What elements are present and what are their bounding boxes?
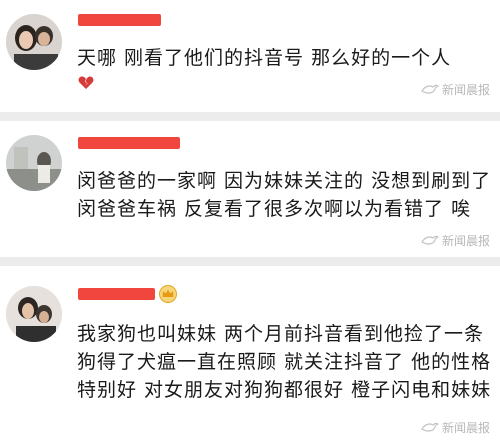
- avatar[interactable]: [6, 286, 62, 342]
- watermark: 新闻晨报: [421, 418, 490, 436]
- redacted-username: [78, 14, 161, 26]
- broken-heart-icon: [78, 76, 94, 89]
- bird-logo-icon: [421, 84, 439, 94]
- divider: [0, 257, 500, 266]
- redacted-username: [78, 288, 155, 300]
- watermark-text: 新闻晨报: [441, 233, 490, 248]
- watermark: 新闻晨报: [421, 80, 490, 98]
- avatar[interactable]: [6, 135, 62, 191]
- comment-card: 天哪 刚看了他们的抖音号 那么好的一个人 新闻晨报: [0, 0, 500, 112]
- avatar[interactable]: [6, 14, 62, 70]
- watermark: 新闻晨报: [421, 231, 490, 249]
- comment-text: 我家狗也叫妹妹 两个月前抖音看到他捡了一条狗得了犬瘟一直在照顾 就关注抖音了 他…: [77, 323, 492, 401]
- watermark-text: 新闻晨报: [441, 420, 490, 435]
- watermark-text: 新闻晨报: [441, 82, 490, 97]
- comment-text: 闵爸爸的一家啊 因为妹妹关注的 没想到刷到了闵爸爸车祸 反复看了很多次啊以为看错…: [77, 170, 492, 220]
- comment-card: 我家狗也叫妹妹 两个月前抖音看到他捡了一条狗得了犬瘟一直在照顾 就关注抖音了 他…: [0, 266, 500, 442]
- avatar-photo-icon: [6, 286, 62, 342]
- bird-logo-icon: [421, 235, 439, 245]
- divider: [0, 112, 500, 121]
- comment-text: 天哪 刚看了他们的抖音号 那么好的一个人: [77, 47, 452, 69]
- comment-feed: 天哪 刚看了他们的抖音号 那么好的一个人 新闻晨报 闵爸爸的一家啊 因为妹妹关注…: [0, 0, 500, 442]
- comment-card: 闵爸爸的一家啊 因为妹妹关注的 没想到刷到了闵爸爸车祸 反复看了很多次啊以为看错…: [0, 121, 500, 257]
- bird-logo-icon: [421, 422, 439, 432]
- avatar-photo-icon: [6, 14, 62, 70]
- avatar-photo-icon: [6, 135, 62, 191]
- crown-badge-icon: [159, 285, 177, 303]
- redacted-username: [78, 137, 180, 149]
